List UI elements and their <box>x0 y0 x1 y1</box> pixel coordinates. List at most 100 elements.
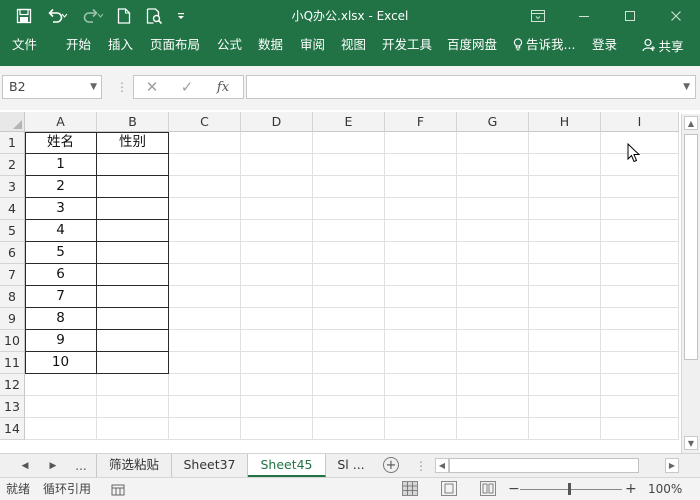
cell-d12[interactable] <box>241 374 313 396</box>
cell-i9[interactable] <box>601 308 679 330</box>
cell-h11[interactable] <box>529 352 601 374</box>
cell-b6[interactable] <box>97 242 169 264</box>
cell-e7[interactable] <box>313 264 385 286</box>
cell-f3[interactable] <box>385 176 457 198</box>
cell-d2[interactable] <box>241 154 313 176</box>
cell-h5[interactable] <box>529 220 601 242</box>
cell-a7[interactable]: 6 <box>25 264 97 286</box>
column-header-e[interactable]: E <box>313 112 385 132</box>
close-icon[interactable] <box>653 0 699 32</box>
row-header-13[interactable]: 13 <box>0 396 25 418</box>
column-header-g[interactable]: G <box>457 112 529 132</box>
cell-b8[interactable] <box>97 286 169 308</box>
cell-f1[interactable] <box>385 132 457 154</box>
column-header-h[interactable]: H <box>529 112 601 132</box>
cell-e12[interactable] <box>313 374 385 396</box>
cell-i6[interactable] <box>601 242 679 264</box>
cell-e3[interactable] <box>313 176 385 198</box>
cell-h6[interactable] <box>529 242 601 264</box>
row-header-9[interactable]: 9 <box>0 308 25 330</box>
scroll-left-icon[interactable]: ◀ <box>435 458 449 473</box>
cell-f13[interactable] <box>385 396 457 418</box>
zoom-slider-track[interactable] <box>520 489 622 490</box>
cell-i5[interactable] <box>601 220 679 242</box>
cell-f11[interactable] <box>385 352 457 374</box>
cell-d13[interactable] <box>241 396 313 418</box>
cell-h10[interactable] <box>529 330 601 352</box>
cell-i10[interactable] <box>601 330 679 352</box>
row-header-3[interactable]: 3 <box>0 176 25 198</box>
zoom-level[interactable]: 100% <box>648 478 682 500</box>
cell-i13[interactable] <box>601 396 679 418</box>
cell-b9[interactable] <box>97 308 169 330</box>
row-header-5[interactable]: 5 <box>0 220 25 242</box>
page-break-view-icon[interactable] <box>480 481 496 496</box>
cell-a8[interactable]: 7 <box>25 286 97 308</box>
column-header-i[interactable]: I <box>601 112 679 132</box>
cell-i3[interactable] <box>601 176 679 198</box>
cell-f7[interactable] <box>385 264 457 286</box>
tab-insert[interactable]: 插入 <box>108 32 133 58</box>
cell-c12[interactable] <box>169 374 241 396</box>
row-header-14[interactable]: 14 <box>0 418 25 440</box>
cell-f10[interactable] <box>385 330 457 352</box>
cell-a5[interactable]: 4 <box>25 220 97 242</box>
cell-d6[interactable] <box>241 242 313 264</box>
cell-h1[interactable] <box>529 132 601 154</box>
row-header-1[interactable]: 1 <box>0 132 25 154</box>
cell-g2[interactable] <box>457 154 529 176</box>
cell-b13[interactable] <box>97 396 169 418</box>
cell-e9[interactable] <box>313 308 385 330</box>
cell-i11[interactable] <box>601 352 679 374</box>
cell-i4[interactable] <box>601 198 679 220</box>
cell-g3[interactable] <box>457 176 529 198</box>
cell-e1[interactable] <box>313 132 385 154</box>
cell-i14[interactable] <box>601 418 679 440</box>
cell-d5[interactable] <box>241 220 313 242</box>
cell-c2[interactable] <box>169 154 241 176</box>
row-header-2[interactable]: 2 <box>0 154 25 176</box>
more-sheets-left[interactable]: ... <box>72 454 90 477</box>
cell-h8[interactable] <box>529 286 601 308</box>
cell-g12[interactable] <box>457 374 529 396</box>
cell-f2[interactable] <box>385 154 457 176</box>
row-header-8[interactable]: 8 <box>0 286 25 308</box>
expand-formula-bar-icon[interactable]: ▼ <box>683 76 690 98</box>
cell-d11[interactable] <box>241 352 313 374</box>
sheet-tab-filter-paste[interactable]: 筛选粘贴 <box>96 454 172 477</box>
cell-b4[interactable] <box>97 198 169 220</box>
cell-g4[interactable] <box>457 198 529 220</box>
cell-h9[interactable] <box>529 308 601 330</box>
cell-h3[interactable] <box>529 176 601 198</box>
cell-b5[interactable] <box>97 220 169 242</box>
cancel-icon[interactable]: ✕ <box>137 75 167 99</box>
column-header-d[interactable]: D <box>241 112 313 132</box>
cell-d10[interactable] <box>241 330 313 352</box>
tab-file[interactable]: 文件 <box>12 32 37 58</box>
cell-a13[interactable] <box>25 396 97 418</box>
tab-split-handle[interactable]: ⋮ <box>412 454 430 477</box>
cell-g6[interactable] <box>457 242 529 264</box>
cell-h4[interactable] <box>529 198 601 220</box>
cell-a10[interactable]: 9 <box>25 330 97 352</box>
cell-e2[interactable] <box>313 154 385 176</box>
zoom-in-icon[interactable]: + <box>625 478 637 500</box>
cell-c10[interactable] <box>169 330 241 352</box>
row-header-12[interactable]: 12 <box>0 374 25 396</box>
cell-c3[interactable] <box>169 176 241 198</box>
cell-h2[interactable] <box>529 154 601 176</box>
cell-e10[interactable] <box>313 330 385 352</box>
scroll-up-icon[interactable]: ▲ <box>684 116 698 130</box>
maximize-icon[interactable] <box>607 0 653 32</box>
column-header-b[interactable]: B <box>97 112 169 132</box>
cell-g10[interactable] <box>457 330 529 352</box>
cell-h7[interactable] <box>529 264 601 286</box>
tab-formulas[interactable]: 公式 <box>217 32 242 58</box>
cell-b12[interactable] <box>97 374 169 396</box>
macro-record-icon[interactable] <box>111 482 125 496</box>
cell-f9[interactable] <box>385 308 457 330</box>
vertical-scrollbar[interactable]: ▲ ▼ <box>681 114 700 453</box>
undo-icon[interactable] <box>42 0 72 32</box>
cell-g5[interactable] <box>457 220 529 242</box>
name-box-dropdown-icon[interactable]: ▼ <box>90 76 97 98</box>
